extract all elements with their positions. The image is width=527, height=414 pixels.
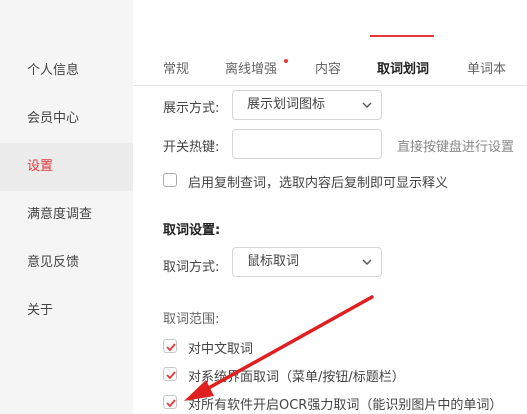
sidebar: 个人信息 会员中心 设置 满意度调查 意见反馈 关于: [0, 0, 133, 414]
lookup-method-label: 取词方式:: [163, 260, 220, 275]
chevron-down-icon: [362, 102, 372, 108]
lookup-section-title: 取词设置:: [163, 223, 221, 238]
lookup-method-select[interactable]: 鼠标取词: [232, 247, 382, 277]
tab-general[interactable]: 常规: [163, 58, 189, 77]
lookup-range-label: 取词范围:: [163, 312, 220, 327]
sidebar-item-settings[interactable]: 设置: [0, 143, 133, 191]
checkmark-icon: [166, 371, 176, 380]
new-dot-badge: [284, 59, 288, 63]
active-tab-indicator: [370, 35, 434, 37]
checkmark-icon: [166, 343, 176, 352]
copy-lookup-checkbox[interactable]: [163, 173, 177, 187]
settings-tabs: 常规 离线增强 内容 取词划词 单词本: [133, 48, 527, 86]
display-mode-select[interactable]: 展示划词图标: [232, 90, 382, 120]
display-mode-label: 展示方式:: [163, 101, 220, 116]
sidebar-item-membership[interactable]: 会员中心: [0, 95, 133, 143]
tab-word-capture[interactable]: 取词划词: [377, 58, 429, 77]
option-chinese-checkbox[interactable]: [163, 339, 177, 353]
tab-wordbook[interactable]: 单词本: [467, 58, 506, 77]
option-system-ui-checkbox[interactable]: [163, 367, 177, 381]
copy-lookup-text: 启用复制查词，选取内容后复制即可显示释义: [188, 176, 449, 191]
display-mode-value: 展示划词图标: [247, 97, 326, 112]
option-chinese-text: 对中文取词: [188, 342, 254, 357]
lookup-method-value: 鼠标取词: [247, 254, 300, 269]
option-ocr-checkbox[interactable]: [163, 395, 177, 409]
sidebar-item-survey[interactable]: 满意度调查: [0, 191, 133, 239]
sidebar-item-profile[interactable]: 个人信息: [0, 47, 133, 95]
hotkey-label: 开关热键:: [163, 140, 220, 155]
chevron-down-icon: [362, 259, 372, 265]
hotkey-hint: 直接按键盘进行设置: [397, 140, 515, 155]
tab-content[interactable]: 内容: [315, 58, 341, 77]
checkmark-icon: [166, 399, 176, 408]
sidebar-item-feedback[interactable]: 意见反馈: [0, 239, 133, 287]
tab-offline[interactable]: 离线增强: [225, 58, 277, 77]
sidebar-item-about[interactable]: 关于: [0, 287, 133, 335]
hotkey-input[interactable]: [232, 129, 382, 159]
option-system-ui-text: 对系统界面取词（菜单/按钮/标题栏）: [188, 370, 405, 385]
option-ocr-text: 对所有软件开启OCR强力取词（能识别图片中的单词）: [188, 398, 503, 413]
